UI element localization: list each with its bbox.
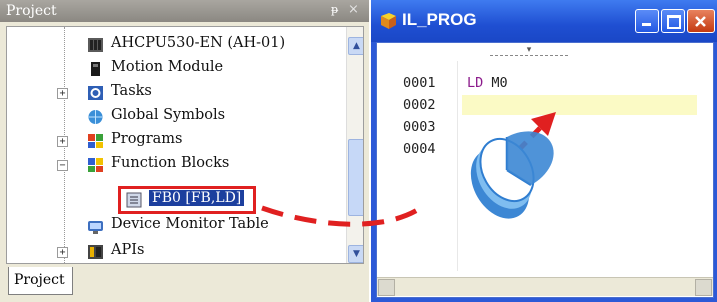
tree-item-label: APIs xyxy=(111,242,145,258)
maximize-icon xyxy=(667,15,681,29)
tasks-icon xyxy=(88,86,103,100)
api-icon xyxy=(88,245,103,259)
minimize-icon xyxy=(642,23,651,26)
globe-icon xyxy=(88,110,103,124)
tree-item-apis[interactable]: + APIs xyxy=(7,240,345,263)
collapse-icon[interactable]: − xyxy=(57,160,68,171)
cpu-icon xyxy=(88,38,103,52)
tree-item-label: Function Blocks xyxy=(111,155,230,171)
scroll-thumb[interactable] xyxy=(348,139,363,216)
current-line-highlight xyxy=(462,95,697,115)
close-button[interactable] xyxy=(687,9,715,33)
project-panel-title: Project xyxy=(6,3,57,19)
window-titlebar[interactable]: IL_PROG xyxy=(371,0,717,42)
maximize-button[interactable] xyxy=(661,9,685,33)
line-number: 0002 xyxy=(403,97,436,113)
function-blocks-icon xyxy=(88,158,103,172)
toolbar-strip: ▾ xyxy=(377,43,713,61)
tree-item-function-blocks[interactable]: − Function Blocks xyxy=(7,153,345,177)
scroll-right-icon[interactable] xyxy=(695,279,712,296)
expand-icon[interactable]: + xyxy=(57,88,68,99)
window-title: IL_PROG xyxy=(402,10,477,29)
tree-item-label: AHCPU530-EN (AH-01) xyxy=(111,35,286,51)
tree-vertical-scrollbar[interactable]: ▲ ▼ xyxy=(346,27,363,263)
expand-icon[interactable]: + xyxy=(57,247,68,258)
chevron-down-icon[interactable]: ▾ xyxy=(490,43,568,56)
tree-item-label: Tasks xyxy=(111,83,152,99)
pin-icon[interactable]: ᵽ xyxy=(331,3,338,16)
instruction-op: LD xyxy=(467,75,484,91)
gutter-divider xyxy=(457,61,458,271)
module-icon xyxy=(91,62,100,76)
code-line-1[interactable]: LD M0 xyxy=(467,75,508,91)
tree-item-fb0[interactable]: FB0 [FB,LD] xyxy=(118,186,256,214)
il-prog-window: IL_PROG ▾ 0001 0002 0003 0004 LD M0 xyxy=(371,0,717,302)
scroll-down-icon[interactable]: ▼ xyxy=(348,245,363,263)
instruction-operand: M0 xyxy=(491,75,508,91)
project-panel-titlebar: Project ᵽ × xyxy=(0,0,369,22)
project-tree: AHCPU530-EN (AH-01) Motion Module + Task… xyxy=(6,26,364,264)
scroll-up-icon[interactable]: ▲ xyxy=(348,37,363,55)
tree-item-programs[interactable]: + Programs xyxy=(7,129,345,153)
line-number: 0003 xyxy=(403,119,436,135)
minimize-button[interactable] xyxy=(635,9,659,33)
expand-icon[interactable]: + xyxy=(57,136,68,147)
line-number: 0001 xyxy=(403,75,436,91)
scroll-left-icon[interactable] xyxy=(378,279,395,296)
tree-item-label: Programs xyxy=(111,131,183,147)
programs-icon xyxy=(88,134,103,148)
editor-horizontal-scrollbar[interactable] xyxy=(377,277,713,296)
close-icon[interactable]: × xyxy=(348,2,359,17)
monitor-icon xyxy=(88,221,103,234)
tab-project-label: Project xyxy=(14,272,65,288)
tree-item-label: Global Symbols xyxy=(111,107,226,123)
program-icon xyxy=(381,13,396,29)
tree-item-tasks[interactable]: + Tasks xyxy=(7,81,345,105)
tree-item-cpu[interactable]: AHCPU530-EN (AH-01) xyxy=(7,33,345,57)
close-icon xyxy=(695,16,706,27)
tree-item-label: Device Monitor Table xyxy=(111,216,269,232)
tab-project[interactable]: Project xyxy=(8,267,73,295)
line-number: 0004 xyxy=(403,141,436,157)
tree-item-label: Motion Module xyxy=(111,59,224,75)
tree-item-motion-module[interactable]: Motion Module xyxy=(7,57,345,81)
editor-area[interactable]: ▾ 0001 0002 0003 0004 LD M0 xyxy=(376,42,714,298)
tree-item-device-monitor-table[interactable]: Device Monitor Table xyxy=(7,215,345,239)
tree-item-global-symbols[interactable]: Global Symbols xyxy=(7,105,345,129)
fb-icon xyxy=(126,192,142,208)
tree-item-label: FB0 [FB,LD] xyxy=(149,190,245,206)
project-panel: Project ᵽ × AHCPU530-EN (AH-01) Motion M… xyxy=(0,0,369,302)
